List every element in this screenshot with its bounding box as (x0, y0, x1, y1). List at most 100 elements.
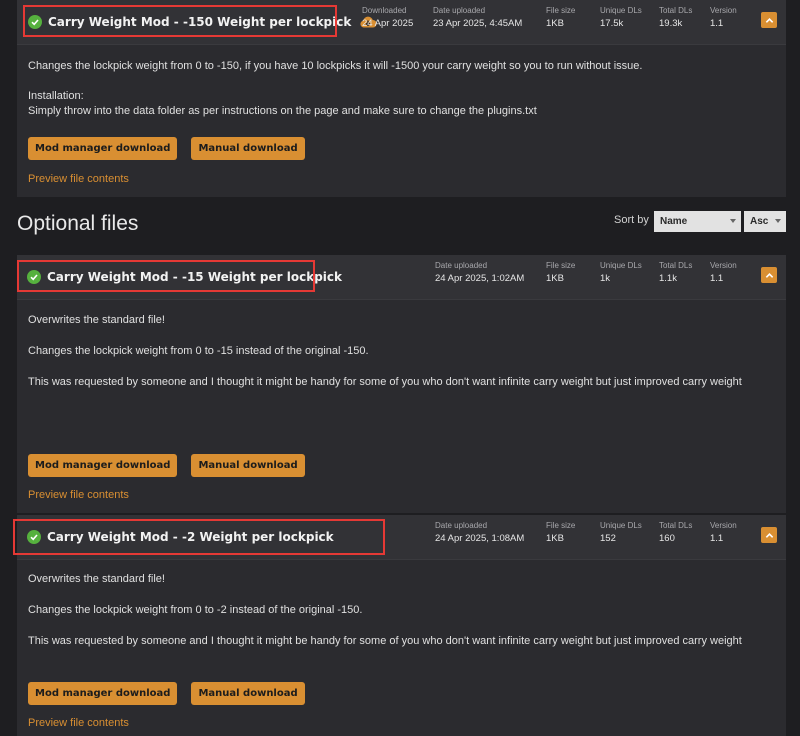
stat-value: 1.1 (710, 533, 724, 544)
stat-label: File size (546, 6, 576, 15)
optional-file-header: Carry Weight Mod - -15 Weight per lockpi… (17, 255, 786, 300)
optional-file-title-row[interactable]: Carry Weight Mod - -2 Weight per lockpic… (19, 515, 334, 559)
preview-file-contents-link[interactable]: Preview file contents (28, 489, 129, 501)
optional-file-title: Carry Weight Mod - -15 Weight per lockpi… (47, 270, 342, 284)
stat-value: 1KB (546, 18, 564, 29)
sort-label: Sort by (614, 214, 649, 226)
chevron-down-icon (775, 219, 781, 223)
collapse-button[interactable] (761, 527, 777, 543)
optional-file-title: Carry Weight Mod - -2 Weight per lockpic… (47, 530, 334, 544)
stat-total-dls: Total DLs 160 (659, 521, 692, 544)
stat-label: Version (710, 261, 737, 270)
stat-total-dls: Total DLs 19.3k (659, 6, 692, 29)
check-icon (28, 15, 42, 29)
stat-value: 1.1 (710, 273, 724, 284)
stat-file-size: File size 1KB (546, 521, 575, 544)
stat-label: Version (710, 6, 737, 15)
collapse-button[interactable] (761, 12, 777, 28)
optional-file-actions: Mod manager download Manual download (28, 682, 305, 705)
manual-download-button[interactable]: Manual download (191, 454, 305, 477)
stat-date-uploaded: Date uploaded 24 Apr 2025, 1:08AM (435, 521, 524, 544)
description-line: Installation: (28, 90, 84, 102)
main-file-actions: Mod manager download Manual download (28, 137, 305, 160)
stat-file-size: File size 1KB (546, 261, 575, 284)
stat-version: Version 1.1 (710, 261, 737, 284)
stat-version: Version 1.1 (710, 521, 737, 544)
stat-value: 24 Apr 2025 (362, 18, 414, 29)
preview-file-contents-link[interactable]: Preview file contents (28, 173, 129, 185)
stat-value: 17.5k (600, 18, 624, 29)
stat-value: 1.1k (659, 273, 677, 284)
optional-file-description: Overwrites the standard file! Changes th… (17, 560, 786, 649)
stat-value: 24 Apr 2025, 1:08AM (435, 533, 525, 544)
stat-label: Unique DLs (600, 261, 642, 270)
manual-download-button[interactable]: Manual download (191, 682, 305, 705)
stat-downloaded: Downloaded 24 Apr 2025 (362, 6, 413, 29)
main-file-header: Carry Weight Mod - -150 Weight per lockp… (17, 0, 786, 45)
stat-version: Version 1.1 (710, 6, 737, 29)
stat-value: 1KB (546, 273, 564, 284)
stat-label: Total DLs (659, 521, 693, 530)
preview-file-contents-link[interactable]: Preview file contents (28, 717, 129, 729)
mod-manager-download-button[interactable]: Mod manager download (28, 137, 178, 160)
stat-label: Date uploaded (435, 521, 488, 530)
stat-value: 23 Apr 2025, 4:45AM (433, 18, 523, 29)
description-line: Changes the lockpick weight from 0 to -1… (28, 345, 369, 357)
stat-file-size: File size 1KB (546, 6, 575, 29)
stat-value: 1k (600, 273, 611, 284)
stat-unique-dls: Unique DLs 17.5k (600, 6, 642, 29)
main-file-description: Changes the lockpick weight from 0 to -1… (17, 45, 786, 119)
section-title: Optional files (17, 212, 139, 235)
sort-order-value: Asc (750, 216, 769, 227)
sort-order-select[interactable]: Asc (744, 211, 786, 232)
main-file-card: Carry Weight Mod - -150 Weight per lockp… (17, 0, 786, 197)
optional-file-description: Overwrites the standard file! Changes th… (17, 300, 786, 390)
stat-label: Version (710, 521, 737, 530)
stat-label: Date uploaded (435, 261, 488, 270)
optional-file-title-row[interactable]: Carry Weight Mod - -15 Weight per lockpi… (19, 255, 342, 299)
stat-label: Total DLs (659, 261, 693, 270)
stat-unique-dls: Unique DLs 152 (600, 521, 642, 544)
optional-file-header: Carry Weight Mod - -2 Weight per lockpic… (17, 515, 786, 560)
sort-field-value: Name (660, 216, 688, 227)
check-icon (27, 530, 41, 544)
stat-label: File size (546, 521, 576, 530)
stat-value: 1.1 (710, 18, 724, 29)
chevron-up-icon (765, 532, 773, 538)
stat-label: Downloaded (362, 6, 407, 15)
stat-value: 24 Apr 2025, 1:02AM (435, 273, 525, 284)
stat-label: Unique DLs (600, 6, 642, 15)
stat-unique-dls: Unique DLs 1k (600, 261, 642, 284)
chevron-up-icon (765, 272, 773, 278)
stat-value: 160 (659, 533, 675, 544)
stat-value: 19.3k (659, 18, 683, 29)
stat-date-uploaded: Date uploaded 23 Apr 2025, 4:45AM (433, 6, 522, 29)
stat-label: Date uploaded (433, 6, 486, 15)
chevron-up-icon (765, 17, 773, 23)
stat-value: 1KB (546, 533, 564, 544)
stat-label: Unique DLs (600, 521, 642, 530)
mod-manager-download-button[interactable]: Mod manager download (28, 682, 178, 705)
sort-field-select[interactable]: Name (654, 211, 741, 232)
description-line: Changes the lockpick weight from 0 to -1… (28, 60, 643, 72)
mod-manager-download-button[interactable]: Mod manager download (28, 454, 178, 477)
main-file-title-row[interactable]: Carry Weight Mod - -150 Weight per lockp… (20, 0, 378, 44)
main-file-title: Carry Weight Mod - -150 Weight per lockp… (48, 15, 352, 29)
collapse-button[interactable] (761, 267, 777, 283)
description-line: Simply throw into the data folder as per… (28, 105, 537, 117)
description-line: Overwrites the standard file! (28, 314, 165, 326)
stat-label: File size (546, 261, 576, 270)
stat-date-uploaded: Date uploaded 24 Apr 2025, 1:02AM (435, 261, 524, 284)
description-line: This was requested by someone and I thou… (28, 635, 742, 647)
stat-label: Total DLs (659, 6, 693, 15)
stat-total-dls: Total DLs 1.1k (659, 261, 692, 284)
description-line: Overwrites the standard file! (28, 573, 165, 585)
optional-file-card: Carry Weight Mod - -15 Weight per lockpi… (17, 255, 786, 513)
manual-download-button[interactable]: Manual download (191, 137, 305, 160)
description-line: This was requested by someone and I thou… (28, 376, 742, 388)
optional-file-card: Carry Weight Mod - -2 Weight per lockpic… (17, 515, 786, 736)
stat-value: 152 (600, 533, 616, 544)
check-icon (27, 270, 41, 284)
optional-file-actions: Mod manager download Manual download (28, 454, 305, 477)
chevron-down-icon (730, 219, 736, 223)
